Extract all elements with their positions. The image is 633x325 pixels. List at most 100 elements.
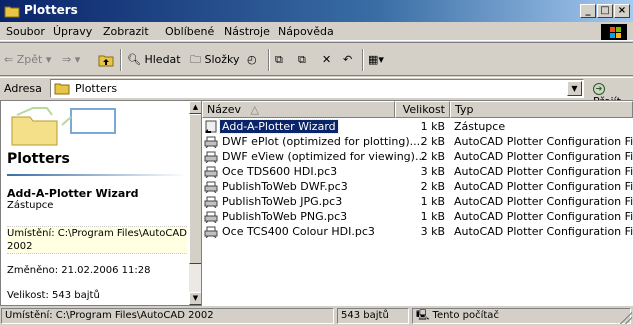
column-header-name[interactable]: Název △ (202, 101, 395, 118)
menu-napoveda[interactable]: Nápověda (278, 25, 334, 38)
file-size: 2 kB (420, 135, 445, 148)
views-button[interactable]: ▦▾ (368, 52, 384, 68)
up-folder-button[interactable] (98, 52, 114, 68)
resize-grip[interactable] (620, 312, 632, 324)
file-type: AutoCAD Plotter Configuration File (454, 210, 633, 223)
plotter-icon (204, 181, 218, 193)
search-icon: 🔍︎ (127, 53, 141, 66)
table-row[interactable]: PublishToWeb PNG.pc3 1 kB AutoCAD Plotter … (202, 209, 633, 224)
scroll-down-button[interactable]: ▼ (189, 292, 201, 305)
file-size: 3 kB (420, 225, 445, 238)
file-name: Oce TCS400 Colour HDI.pc3 (222, 225, 375, 238)
delete-button[interactable]: ✕ (322, 52, 331, 68)
table-row[interactable]: Add-A-Plotter Wizard 1 kB Zástupce (202, 119, 633, 134)
large-folder-icon (11, 107, 116, 146)
status-zone: 🖳 Tento počítač (412, 308, 631, 324)
selected-item-type: Zástupce (7, 200, 54, 211)
file-list: Název △ Velikost Typ Add-A-Plotter Wizar… (202, 100, 633, 306)
menu-nastroje[interactable]: Nástroje (224, 25, 270, 38)
computer-icon: 🖳 (416, 310, 430, 321)
menu-soubor[interactable]: Soubor (6, 25, 45, 38)
windows-logo-icon (601, 24, 627, 40)
delete-icon: ✕ (322, 53, 332, 66)
status-location: Umístění: C:\Program Files\AutoCAD 2002 (1, 308, 334, 324)
folder-icon (4, 6, 20, 18)
toolbar: ⇐ Zpět ▾ ⇒ ▾ 🔍︎ Hledat 🗀 Složky ◴ ⧉ ⧉ ✕ (0, 42, 633, 76)
go-arrow-icon: ➜ (593, 83, 605, 95)
file-type: AutoCAD Plotter Configuration File (454, 135, 633, 148)
explorer-window: Plotters _ □ × Soubor Úpravy Zobrazit Ob… (0, 0, 633, 325)
file-name: Oce TDS600 HDI.pc3 (222, 165, 338, 178)
file-name: Add-A-Plotter Wizard (219, 119, 339, 134)
plotter-icon (204, 196, 218, 208)
table-row[interactable]: DWF ePlot (optimized for plotting).... 2 … (202, 134, 633, 149)
file-name: PublishToWeb DWF.pc3 (222, 180, 348, 193)
window-title: Plotters (24, 3, 78, 17)
table-row[interactable]: Oce TDS600 HDI.pc3 3 kB AutoCAD Plotter Co… (202, 164, 633, 179)
column-header-type[interactable]: Typ (450, 101, 633, 118)
menu-oblibene[interactable]: Oblíbené (165, 25, 214, 38)
address-bar: Adresa Plotters ▼ ➜Přejít (0, 77, 633, 108)
copy-to-button[interactable]: ⧉ (298, 52, 306, 68)
file-type: AutoCAD Plotter Configuration File (454, 225, 633, 238)
selected-item-name: Add-A-Plotter Wizard (7, 187, 139, 200)
sort-ascending-icon: △ (250, 103, 259, 116)
column-header-size[interactable]: Velikost (395, 101, 450, 118)
table-row[interactable]: PublishToWeb JPG.pc3 1 kB AutoCAD Plotter … (202, 194, 633, 209)
file-size: 1 kB (420, 120, 445, 133)
address-dropdown-button[interactable]: ▼ (567, 81, 582, 96)
move-to-button[interactable]: ⧉ (275, 52, 283, 68)
plotter-icon (204, 211, 218, 223)
search-button[interactable]: 🔍︎ Hledat (127, 52, 181, 68)
folders-button[interactable]: 🗀 Složky (190, 52, 240, 68)
file-size: 2 kB (420, 180, 445, 193)
chevron-down-icon: ▾ (378, 53, 384, 66)
minimize-button[interactable]: _ (580, 4, 596, 18)
plotter-icon (204, 226, 218, 238)
chevron-down-icon: ▾ (45, 53, 52, 66)
copy-to-icon: ⧉ (298, 53, 306, 66)
scroll-up-button[interactable]: ▲ (189, 101, 201, 114)
forward-button[interactable]: ⇒ ▾ (62, 52, 80, 68)
divider (7, 174, 187, 176)
left-scrollbar[interactable]: ▲ ▼ (189, 101, 201, 305)
file-size: 3 kB (420, 165, 445, 178)
menu-zobrazit[interactable]: Zobrazit (103, 25, 149, 38)
plotter-icon (204, 136, 218, 148)
chevron-down-icon: ▾ (74, 53, 81, 66)
file-type: AutoCAD Plotter Configuration File (454, 180, 633, 193)
plotter-icon (204, 151, 218, 163)
address-input[interactable]: Plotters ▼ (50, 79, 584, 98)
selected-item-modified: Změněno: 21.02.2006 11:28 (7, 265, 151, 276)
forward-arrow-icon: ⇒ (62, 53, 72, 66)
file-type: AutoCAD Plotter Configuration File (454, 165, 633, 178)
table-row[interactable]: Oce TCS400 Colour HDI.pc3 3 kB AutoCAD Plo… (202, 224, 633, 239)
maximize-button[interactable]: □ (597, 4, 613, 18)
file-size: 2 kB (420, 150, 445, 163)
file-name: DWF ePlot (optimized for plotting).... (222, 135, 424, 148)
status-bar: Umístění: C:\Program Files\AutoCAD 2002 … (0, 306, 633, 325)
selected-item-location: Umístění: C:\Program Files\AutoCAD 2002 (7, 226, 187, 254)
history-icon: ◴ (247, 53, 257, 66)
menu-bar: Soubor Úpravy Zobrazit Oblíbené Nástroje… (0, 22, 633, 41)
table-row[interactable]: DWF eView (optimized for viewing)... 2 kB… (202, 149, 633, 164)
folders-icon: 🗀 (190, 53, 201, 66)
menu-upravy[interactable]: Úpravy (53, 25, 92, 38)
file-type: Zástupce (454, 120, 506, 133)
history-button[interactable]: ◴ (247, 52, 257, 68)
file-type: AutoCAD Plotter Configuration File (454, 150, 633, 163)
undo-button[interactable]: ↶ (343, 52, 352, 68)
scroll-thumb[interactable] (189, 114, 201, 264)
title-bar[interactable]: Plotters _ □ × (0, 0, 633, 22)
undo-icon: ↶ (343, 53, 353, 66)
table-row[interactable]: PublishToWeb DWF.pc3 2 kB AutoCAD Plotter … (202, 179, 633, 194)
file-type: AutoCAD Plotter Configuration File (454, 195, 633, 208)
details-pane: Plotters Add-A-Plotter Wizard Zástupce U… (0, 100, 202, 306)
status-size: 543 bajtů (337, 308, 409, 324)
folder-icon (54, 83, 70, 95)
file-size: 1 kB (420, 195, 445, 208)
close-button[interactable]: × (614, 4, 630, 18)
back-button[interactable]: ⇐ Zpět ▾ (4, 52, 51, 68)
views-grid-icon: ▦ (368, 53, 379, 66)
back-arrow-icon: ⇐ (4, 53, 14, 66)
